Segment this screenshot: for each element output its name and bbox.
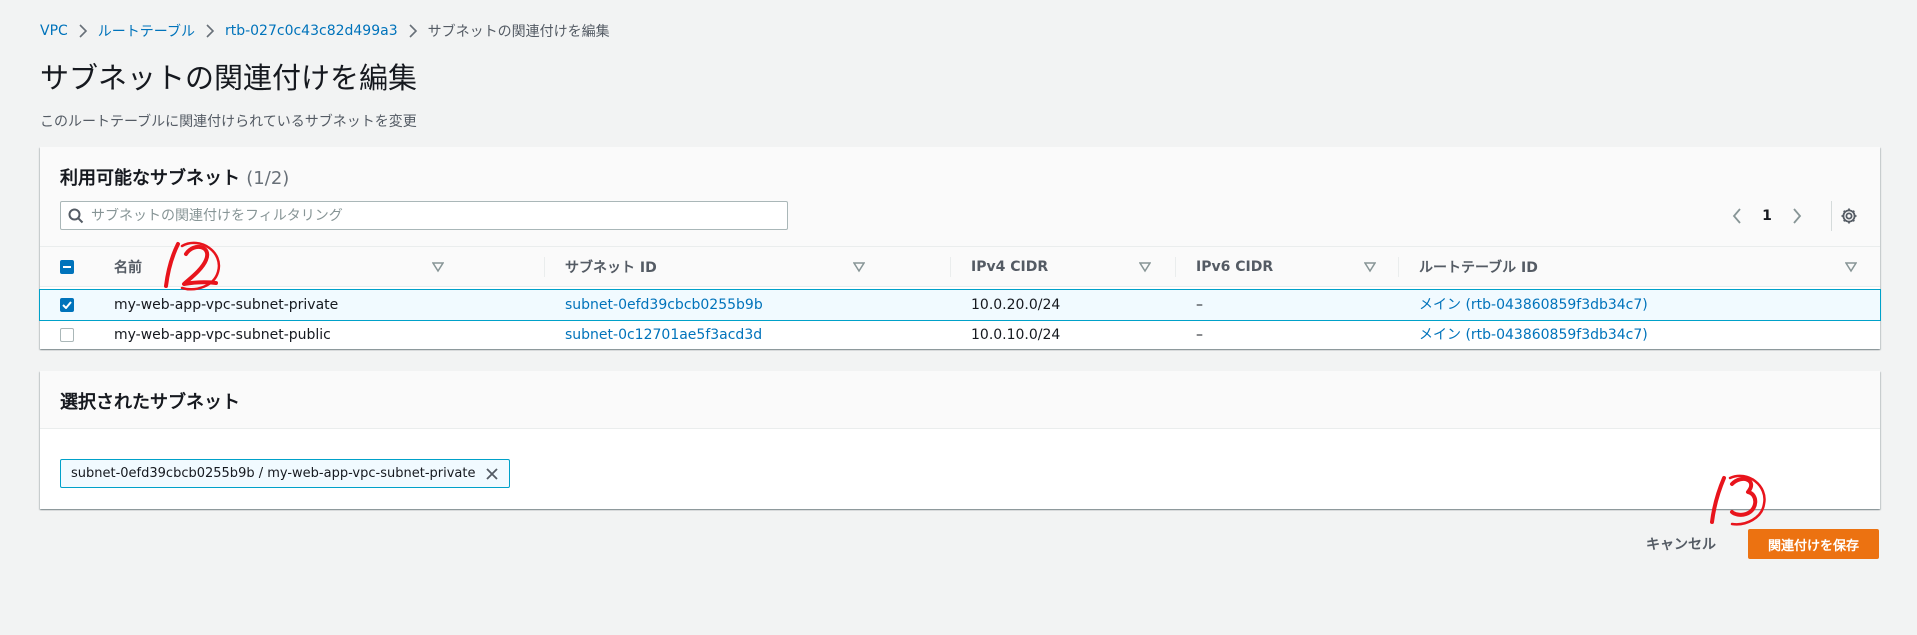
route-table-link[interactable]: メイン (rtb-043860859f3db34c7) <box>1419 320 1648 350</box>
selected-subnet-token: subnet-0efd39cbcb0255b9b / my-web-app-vp… <box>60 459 511 488</box>
annotation-12 <box>164 241 221 291</box>
page-description: このルートテーブルに関連付けられているサブネットを変更 <box>40 114 417 130</box>
column-label: ルートテーブル ID <box>1419 260 1538 276</box>
sort-caret-icon <box>432 262 444 273</box>
column-label: IPv4 CIDR <box>971 259 1049 275</box>
column-header-ipv4[interactable]: IPv4 CIDR <box>971 247 1161 287</box>
route-table-link[interactable]: メイン (rtb-043860859f3db34c7) <box>1419 290 1648 320</box>
ipv6-cidr: – <box>1196 327 1203 343</box>
sort-caret-icon <box>1845 262 1857 273</box>
selected-subnets-header: 選択されたサブネット <box>40 371 1880 429</box>
chevron-right-icon <box>68 24 98 38</box>
chevron-right-icon[interactable] <box>1782 205 1812 227</box>
column-header-subnet-id[interactable]: サブネット ID <box>565 247 875 287</box>
filter-box[interactable] <box>60 201 788 230</box>
column-divider <box>1175 257 1176 277</box>
column-divider <box>1398 257 1399 277</box>
gear-icon[interactable] <box>1838 205 1860 227</box>
sort-caret-icon <box>1364 262 1376 273</box>
subnet-name: my-web-app-vpc-subnet-public <box>114 327 331 343</box>
table-row[interactable]: my-web-app-vpc-subnet-public subnet-0c12… <box>40 320 1880 350</box>
filter-input[interactable] <box>91 207 787 224</box>
selected-subnets-title: 選択されたサブネット <box>60 392 240 413</box>
column-label: サブネット ID <box>565 260 657 276</box>
available-subnets-panel: 利用可能なサブネット (1/2) 1 名前 サブネット ID <box>39 147 1881 350</box>
breadcrumb-route-tables[interactable]: ルートテーブル <box>98 21 195 41</box>
sort-caret-icon <box>1139 262 1151 273</box>
ipv4-cidr: 10.0.10.0/24 <box>971 327 1061 343</box>
subnet-id-link[interactable]: subnet-0c12701ae5f3acd3d <box>565 320 762 350</box>
breadcrumb: VPC ルートテーブル rtb-027c0c43c82d499a3 サブネットの… <box>40 20 610 42</box>
page-number[interactable]: 1 <box>1752 208 1782 224</box>
chevron-right-icon <box>195 24 225 38</box>
form-actions: キャンセル 関連付けを保存 <box>1628 529 1879 559</box>
available-subnets-title: 利用可能なサブネット (1/2) <box>60 164 289 190</box>
select-all-checkbox[interactable] <box>60 260 74 274</box>
column-label: IPv6 CIDR <box>1196 259 1274 275</box>
subnet-name: my-web-app-vpc-subnet-private <box>114 297 339 313</box>
chevron-left-icon[interactable] <box>1722 205 1752 227</box>
table-header: 名前 サブネット ID IPv4 CIDR IPv6 CIDR ルートテーブル … <box>40 247 1880 287</box>
annotation-13 <box>1710 474 1766 526</box>
breadcrumb-vpc[interactable]: VPC <box>40 23 68 39</box>
token-label: subnet-0efd39cbcb0255b9b / my-web-app-vp… <box>71 466 476 481</box>
table-row[interactable]: my-web-app-vpc-subnet-private subnet-0ef… <box>39 289 1881 321</box>
pagination: 1 <box>1722 205 1812 227</box>
subnet-id-link[interactable]: subnet-0efd39cbcb0255b9b <box>565 290 763 320</box>
minus-icon <box>63 266 71 268</box>
close-icon[interactable] <box>475 460 509 487</box>
cancel-button[interactable]: キャンセル <box>1628 529 1734 559</box>
available-subnets-header: 利用可能なサブネット (1/2) 1 <box>40 147 1880 247</box>
selection-count: (1/2) <box>246 168 290 189</box>
save-associations-button[interactable]: 関連付けを保存 <box>1747 529 1879 559</box>
row-checkbox[interactable] <box>60 298 74 312</box>
column-header-ipv6[interactable]: IPv6 CIDR <box>1196 247 1386 287</box>
breadcrumb-current: サブネットの関連付けを編集 <box>427 24 610 40</box>
ipv6-cidr: – <box>1196 297 1203 313</box>
column-divider <box>544 257 545 277</box>
pager-divider <box>1831 201 1832 231</box>
row-checkbox[interactable] <box>60 328 74 342</box>
column-header-route-table[interactable]: ルートテーブル ID <box>1419 247 1867 287</box>
breadcrumb-route-table-id[interactable]: rtb-027c0c43c82d499a3 <box>225 23 398 39</box>
available-subnets-title-text: 利用可能なサブネット <box>60 168 240 189</box>
check-icon <box>62 301 72 309</box>
column-divider <box>950 257 951 277</box>
sort-caret-icon <box>853 262 865 273</box>
ipv4-cidr: 10.0.20.0/24 <box>971 297 1061 313</box>
chevron-right-icon <box>398 24 428 38</box>
selected-subnets-panel: 選択されたサブネット subnet-0efd39cbcb0255b9b / my… <box>40 371 1880 509</box>
page-title: サブネットの関連付けを編集 <box>40 61 418 95</box>
search-icon <box>61 208 91 224</box>
